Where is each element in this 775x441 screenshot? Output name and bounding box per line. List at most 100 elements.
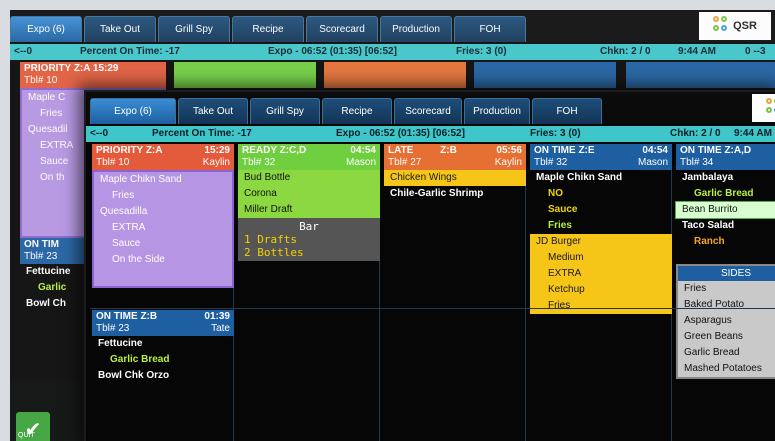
item-modifier: EXTRA (548, 268, 582, 279)
tab-grill-spy[interactable]: Grill Spy (250, 98, 320, 124)
item-modifier: Garlic Bread (110, 354, 170, 365)
highlighted-item[interactable]: JD Burger Medium EXTRA Ketchup Fries (530, 234, 672, 314)
order-item[interactable]: Taco Salad (676, 218, 775, 234)
back-late-ticket[interactable] (324, 62, 466, 88)
item-modifier: Ranch (694, 236, 725, 247)
tab-production[interactable]: Production (464, 98, 530, 124)
back-tab-bar: Expo (6) Take Out Grill Spy Recipe Score… (10, 10, 775, 42)
qsr-logo-icon (766, 98, 775, 118)
order-item[interactable]: Fettucine (92, 336, 234, 352)
ticket-header (324, 62, 466, 88)
fries-count: Fries: 3 (0) (456, 46, 507, 57)
ticket-status: PRIORITY (96, 145, 144, 156)
item-modifier: Fries (548, 300, 571, 311)
ticket-zone: Z:E (578, 145, 595, 156)
order-item[interactable]: Bud Bottle (238, 170, 380, 186)
right-counter: 0 --3 (745, 46, 766, 57)
clock: 9:44 AM (734, 128, 772, 139)
order-item[interactable]: Maple Chikn Sand (94, 172, 232, 188)
order-item[interactable]: Chicken Wings (384, 170, 526, 186)
item-modifier: NO (548, 188, 563, 199)
ticket-header: ON TIME Z:B 01:39 Tbl# 23 Tate (92, 310, 234, 336)
back-arrow[interactable]: <--0 (14, 46, 32, 57)
order-item[interactable]: JD Burger (530, 234, 672, 250)
quit-label: QUIT (18, 432, 35, 439)
side-item: Asparagus (684, 315, 732, 326)
ticket-zone: Z:A (145, 145, 163, 156)
tab-scorecard[interactable]: Scorecard (394, 98, 462, 124)
tab-bar: Expo (6) Take Out Grill Spy Recipe Score… (86, 92, 775, 124)
side-item: Green Beans (684, 331, 743, 342)
ticket-table: Tbl# 10 (96, 157, 130, 168)
ticket-on-time[interactable]: ON TIME Z:E 04:54 Tbl# 32 Mason Maple Chik… (530, 144, 672, 314)
order-item[interactable]: Bowl Chk Orzo (92, 368, 234, 384)
item-modifier: EXTRA (112, 222, 146, 233)
sides-title: SIDES (678, 266, 775, 281)
ticket-time: 01:39 (204, 311, 230, 322)
qsr-logo-icon (713, 16, 729, 36)
back-ready-ticket[interactable] (174, 62, 316, 88)
ticket-late[interactable]: LATE Z:B 05:56 Tbl# 27 Kaylin Chicken Wing… (384, 144, 526, 202)
tab-foh[interactable]: FOH (454, 16, 526, 42)
tab-take-out[interactable]: Take Out (84, 16, 156, 42)
back-status-bar: <--0 Percent On Time: -17 Expo - 06:52 (… (10, 44, 775, 60)
back-arrow[interactable]: <--0 (90, 128, 108, 139)
ticket-table: Tbl# 32 (242, 157, 276, 168)
ticket-server: Tate (211, 323, 230, 334)
ticket-zone: Z:A,D (724, 145, 752, 156)
logo-text: QSR (733, 20, 757, 32)
tab-grill-spy[interactable]: Grill Spy (158, 16, 230, 42)
side-item: Mashed Potatoes (684, 363, 762, 374)
percent-on-time: Percent On Time: -17 (80, 46, 180, 57)
back-ontime-ticket-2[interactable] (626, 62, 775, 88)
ticket-ready[interactable]: READY Z:C,D 04:54 Tbl# 32 Mason Bud Bottle… (238, 144, 380, 261)
ticket-header: ON TIME Z:A,D Tbl# 34 (676, 144, 775, 170)
ticket-time: 05:56 (496, 145, 522, 156)
ticket-status: LATE (388, 145, 414, 156)
ticket-zone: Z:B (140, 311, 158, 322)
tab-scorecard[interactable]: Scorecard (306, 16, 378, 42)
order-item[interactable]: Chile-Garlic Shrimp (384, 186, 526, 202)
ticket-table: Tbl# 23 (96, 323, 130, 334)
status-bar: <--0 Percent On Time: -17 Expo - 06:52 (… (86, 126, 775, 142)
order-item-selected[interactable]: Bean Burrito (675, 201, 775, 219)
ticket-header: ON TIME Z:E 04:54 Tbl# 32 Mason (530, 144, 672, 170)
ticket-priority[interactable]: PRIORITY Z:A 15:29 Tbl# 10 Kaylin Maple Ch… (92, 144, 234, 288)
ticket-status: ON TIME (680, 145, 722, 156)
item-modifier: Medium (548, 252, 584, 263)
chkn-count: Chkn: 2 / 0 (670, 128, 721, 139)
ticket-server: Mason (637, 157, 668, 168)
item-modifier: Sauce (112, 238, 141, 249)
tab-production[interactable]: Production (380, 16, 452, 42)
ticket-header (174, 62, 316, 88)
ticket-time: 15:29 (204, 145, 230, 156)
item-modifier: Fries (548, 220, 572, 231)
order-item[interactable]: Corona (238, 186, 380, 202)
ticket-zone: Z:C,D (279, 145, 307, 156)
ticket-server: Kaylin (494, 157, 522, 168)
ticket-body: Bud Bottle Corona Miller Draft (238, 170, 380, 218)
ticket-on-time-3[interactable]: ON TIME Z:B 01:39 Tbl# 23 Tate Fettucine G… (92, 310, 234, 384)
order-item[interactable]: Maple Chikn Sand (530, 170, 672, 186)
tab-expo[interactable]: Expo (6) (90, 98, 176, 124)
ticket-on-time-2[interactable]: ON TIME Z:A,D Tbl# 34 Jambalaya Garlic B… (675, 144, 775, 379)
tab-foh[interactable]: FOH (532, 98, 602, 124)
order-item[interactable]: Quesadilla (94, 204, 232, 220)
item-modifier: Garlic Bread (694, 188, 754, 199)
ticket-header: READY Z:C,D 04:54 Tbl# 32 Mason (238, 144, 380, 170)
ticket-status: READY (242, 145, 277, 156)
order-item[interactable]: Jambalaya (676, 170, 775, 186)
order-item[interactable]: Miller Draft (238, 202, 380, 218)
bar-summary: Bar 1 Drafts 2 Bottles (238, 218, 380, 261)
back-ontime-ticket[interactable] (474, 62, 616, 88)
tab-recipe[interactable]: Recipe (322, 98, 392, 124)
sides-panel: SIDES Fries Baked Potato Asparagus Green… (676, 264, 775, 379)
bar-line: 2 Bottles (244, 246, 304, 259)
clock: 9:44 AM (678, 46, 716, 57)
tab-recipe[interactable]: Recipe (232, 16, 304, 42)
qsr-logo: QSR (699, 12, 771, 40)
ticket-status: PRIORITY Z:A 15:29 (24, 63, 119, 74)
tab-expo[interactable]: Expo (6) (10, 16, 82, 42)
bar-line: 1 Drafts (244, 233, 297, 246)
tab-take-out[interactable]: Take Out (178, 98, 248, 124)
